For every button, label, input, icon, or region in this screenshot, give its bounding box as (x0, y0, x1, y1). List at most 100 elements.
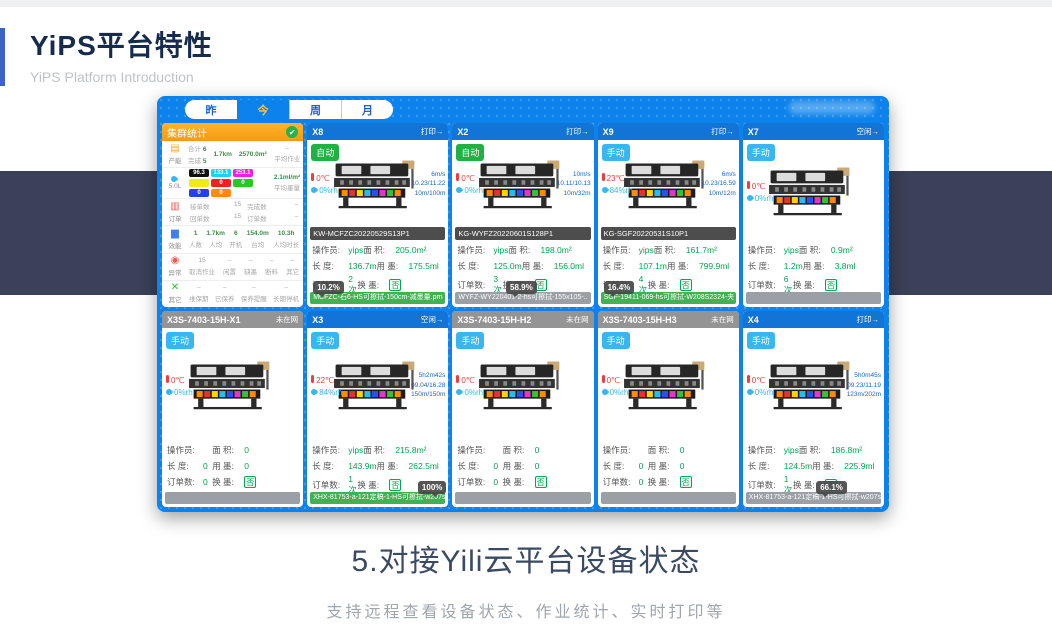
current-job-filebar (601, 492, 736, 504)
ink-value: 225.9ml (844, 461, 884, 471)
operator-label: 操作员: (748, 244, 784, 256)
printer-card[interactable]: X8 打印→ 自动 (307, 123, 448, 307)
page-title: YiPS平台特性 (30, 24, 213, 64)
printer-image (763, 166, 863, 216)
area-label: 面 积: (503, 444, 535, 456)
device-name: X3S-7403-15H-H2 (457, 315, 531, 325)
operator-label: 操作员: (167, 444, 203, 456)
environment-readings: 0℃ 0%rh (747, 181, 774, 205)
operator-label: 操作员: (312, 444, 348, 456)
ink-change-indicator: 否 (680, 279, 692, 291)
cluster-stats-panel: 集群统计 ✔ ▤ 产能 合计 6 完成 5 1.7km 2570.0m² – 平… (162, 123, 303, 307)
device-name: X3 (312, 315, 323, 325)
orders-label: 订单数: (457, 476, 493, 488)
humidity-reading: 0%rh (747, 387, 774, 399)
mode-badge: 手动 (602, 144, 630, 161)
tab-week[interactable]: 周 (289, 100, 341, 119)
progress-tooltip: 58.9% (506, 281, 537, 294)
card-header: X7 空闲→ (743, 123, 884, 140)
ink-label: 用 墨: (812, 460, 844, 472)
droplet-icon (600, 186, 608, 194)
job-info-lines: 5h2m42s09.04/16.28150m/150m (411, 371, 445, 400)
printer-card[interactable]: X9 打印→ 手动 (598, 123, 739, 307)
humidity-reading: 0%rh (456, 185, 483, 197)
card-body: 手动 (162, 328, 303, 507)
ink-change-label: 换 墨: (212, 476, 244, 488)
device-name: X3S-7403-15H-H3 (603, 315, 677, 325)
row-label: 订单 (169, 213, 182, 223)
length-label: 长 度: (457, 460, 493, 472)
length-label: 长 度: (312, 460, 348, 472)
card-header: X9 打印→ (598, 123, 739, 140)
device-name: X4 (748, 315, 759, 325)
printer-card[interactable]: X7 空闲→ 手动 (743, 123, 884, 307)
thermometer-icon (747, 375, 750, 383)
device-id-bar: KW-MCFZC20220529S13P1 (310, 227, 445, 240)
device-name: X7 (748, 127, 759, 137)
card-header: X3S-7403-15H-H2 未在网 (452, 311, 593, 328)
operator-label: 操作员: (748, 444, 784, 456)
mode-badge: 手动 (166, 332, 194, 349)
card-body: 手动 (598, 140, 739, 307)
printer-card[interactable]: X3 空闲→ 手动 (307, 311, 448, 507)
cluster-stats-title: 集群统计 (167, 125, 207, 140)
device-status: 打印→ (711, 126, 734, 137)
ink-change-indicator: 否 (389, 279, 401, 291)
printer-card[interactable]: X2 打印→ 自动 (452, 123, 593, 307)
row-label: 效能 (169, 240, 182, 250)
environment-readings: 0℃ 0%rh (747, 375, 774, 399)
humidity-reading: 0%rh (747, 193, 774, 205)
length-label: 长 度: (603, 460, 639, 472)
progress-tooltip: 66.1% (816, 481, 847, 494)
card-stats: 操作员: 面 积: 0 长 度: 0 用 墨: 0 订单数: 0 换 墨: 否 (598, 442, 739, 492)
area-value: 215.8m² (395, 445, 448, 455)
printer-card[interactable]: X4 打印→ 手动 (743, 311, 884, 507)
thermometer-icon (311, 375, 314, 383)
operator-value: yips (784, 445, 799, 455)
capacity-icon: ▤ (170, 144, 179, 154)
droplet-icon (746, 388, 754, 396)
temperature-reading: 0℃ (602, 375, 629, 387)
current-job-filebar (455, 492, 590, 504)
mode-badge: 自动 (456, 144, 484, 161)
printer-card[interactable]: X3S-7403-15H-X1 未在网 手动 (162, 311, 303, 507)
orders-label: 订单数: (603, 476, 639, 488)
printer-card[interactable]: X3S-7403-15H-H2 未在网 手动 (452, 311, 593, 507)
tab-month[interactable]: 月 (341, 100, 393, 119)
length-value: 1.2m (784, 261, 803, 271)
current-job-filebar: XHX-81753-a-121定稿-1-HS可擦拭-w207s. (746, 492, 881, 504)
sidebar-row-orders: ▥ 订单 接单数15 完成数– 回单数15 订单数– (162, 199, 303, 226)
droplet-icon (746, 194, 754, 202)
card-body: 手动 (307, 328, 448, 507)
operator-label: 操作员: (312, 244, 348, 256)
temperature-reading: 0℃ (311, 173, 338, 185)
ink-change-label: 换 墨: (357, 279, 389, 291)
tab-yesterday[interactable]: 昨 (185, 100, 237, 119)
operator-value: yips (348, 445, 363, 455)
mode-badge: 自动 (311, 144, 339, 161)
length-value: 107.1m (639, 261, 667, 271)
temperature-reading: 0℃ (166, 375, 193, 387)
orders-label: 订单数: (748, 279, 784, 291)
x-mark-icon: ✕ (171, 283, 179, 293)
humidity-reading: 0%rh (602, 387, 629, 399)
ink-value: 0 (680, 461, 734, 471)
area-value: 0.9m² (831, 245, 884, 255)
length-label: 长 度: (748, 460, 784, 472)
card-header: X3 空闲→ (307, 311, 448, 328)
printer-card[interactable]: X3S-7403-15H-H3 未在网 手动 (598, 311, 739, 507)
droplet-icon (455, 186, 463, 194)
sidebar-row-other: ✕ 其它 –维保期 –已保养 –保养提醒 –长期停机 (162, 281, 303, 307)
card-header: X4 打印→ (743, 311, 884, 328)
area-label: 面 积: (648, 444, 680, 456)
operator-value: yips (784, 245, 799, 255)
device-status: 空闲→ (856, 126, 879, 137)
ink-change-indicator: 否 (680, 476, 692, 488)
operator-label: 操作员: (457, 444, 493, 456)
length-label: 长 度: (603, 260, 639, 272)
area-value: 0 (535, 445, 589, 455)
temperature-reading: 0℃ (747, 181, 774, 193)
printer-image (473, 360, 573, 410)
tab-today[interactable]: 今 (237, 100, 289, 119)
job-info-lines: 10m/s10.11/10.1310m/32m (557, 169, 591, 198)
